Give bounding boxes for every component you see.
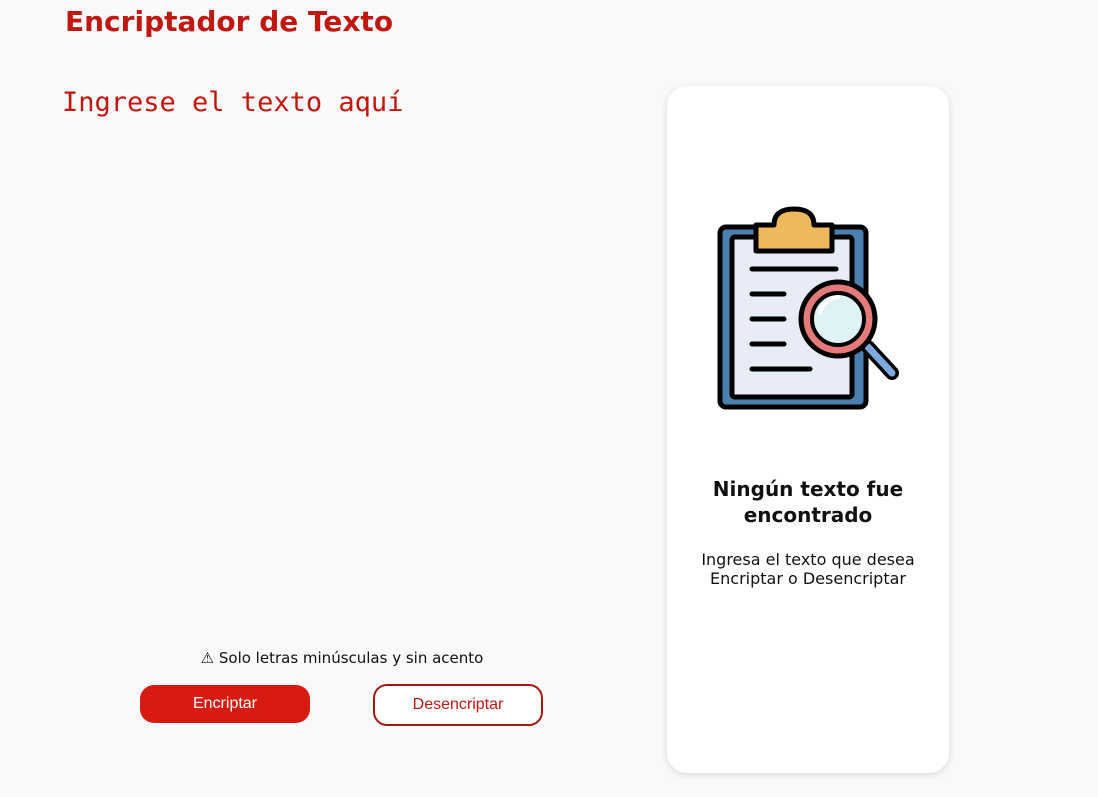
empty-state-message-line2: Encriptar o Desencriptar xyxy=(710,569,906,588)
decrypt-button[interactable]: Desencriptar xyxy=(373,684,543,726)
empty-state-title: Ningún texto fue encontrado xyxy=(712,477,904,527)
clipboard-search-icon xyxy=(717,206,899,410)
encrypt-button[interactable]: Encriptar xyxy=(140,685,310,723)
warning-message: ⚠ Solo letras minúsculas y sin acento xyxy=(200,649,484,667)
text-input[interactable] xyxy=(62,84,622,614)
empty-state-message: Ingresa el texto que desea Encriptar o D… xyxy=(667,550,949,588)
output-panel xyxy=(667,86,949,773)
page-title: Encriptador de Texto xyxy=(65,5,394,38)
empty-state-message-line1: Ingresa el texto que desea xyxy=(701,550,915,569)
